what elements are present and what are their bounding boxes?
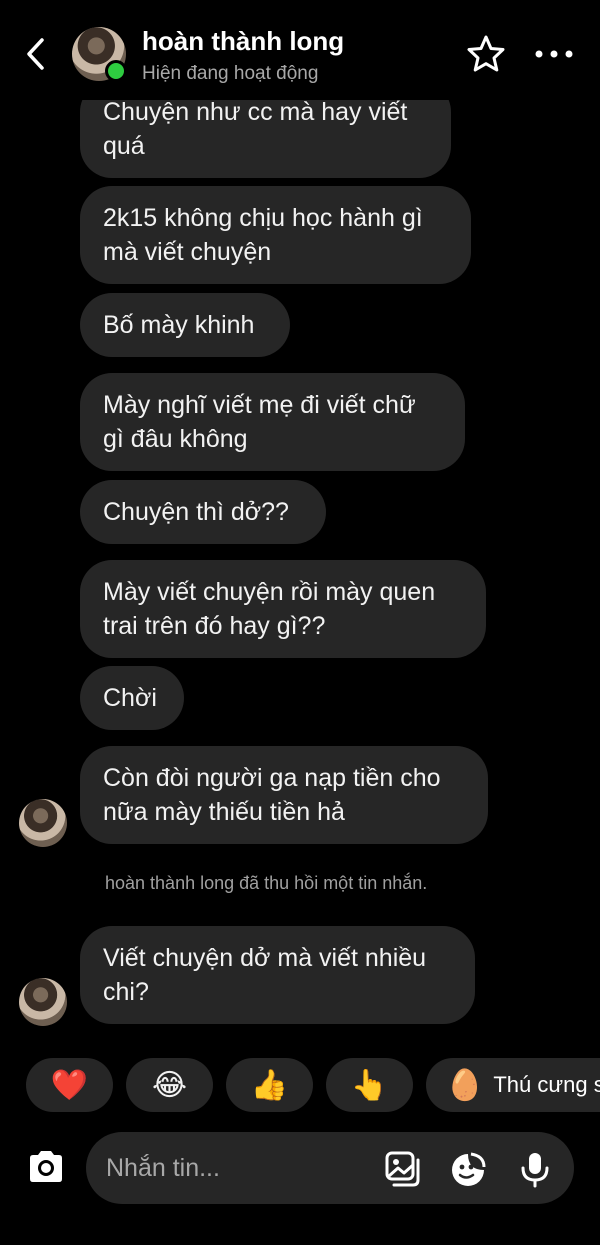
quick-reply-point-up[interactable]: 👆	[326, 1058, 413, 1112]
message-bubble[interactable]: Mày nghĩ viết mẹ đi viết chữ gì đâu khôn…	[80, 373, 465, 471]
message-line: chi?	[103, 978, 149, 1006]
gallery-icon	[385, 1151, 420, 1187]
message-line: Bố mày khinh	[103, 311, 255, 339]
message-line: 2k15 không chịu học hành gì	[103, 204, 423, 232]
egg-icon: 🥚	[446, 1068, 484, 1102]
sticker-button[interactable]	[450, 1150, 488, 1188]
chat-header: hoàn thành long Hiện đang hoạt động	[0, 0, 600, 100]
message-line: Viết chuyện dở mà viết nhiều	[103, 944, 427, 972]
message-input[interactable]	[106, 1148, 366, 1188]
message-bubble[interactable]: Chuyện thì dở??	[80, 480, 326, 544]
pet-label: Thú cưng s	[493, 1072, 600, 1097]
message-bubble[interactable]: Chời	[80, 666, 184, 730]
more-dots-icon	[535, 50, 573, 58]
thumbs-up-icon: 👍	[250, 1068, 289, 1102]
message-bubble[interactable]: 2k15 không chịu học hành gì mà viết chuy…	[80, 186, 471, 284]
message-line: quá	[103, 132, 145, 160]
contact-name[interactable]: hoàn thành long	[142, 26, 344, 57]
star-icon	[467, 35, 505, 72]
message-bubble[interactable]: Còn đòi người ga nạp tiền cho nữa mày th…	[80, 746, 488, 844]
microphone-icon	[521, 1153, 549, 1188]
quick-reply-pet[interactable]: 🥚 Thú cưng s	[426, 1058, 600, 1112]
message-bubble[interactable]: Bố mày khinh	[80, 293, 290, 357]
message-composer	[86, 1132, 574, 1204]
message-bubble[interactable]: Mày viết chuyện rồi mày quen trai trên đ…	[80, 560, 486, 658]
activity-status: Hiện đang hoạt động	[142, 63, 319, 84]
sticker-icon	[452, 1152, 486, 1186]
message-line: trai trên đó hay gì??	[103, 612, 326, 640]
quick-reply-laugh[interactable]: 😂	[126, 1058, 213, 1112]
message-line: mà viết chuyện	[103, 238, 272, 266]
sender-avatar[interactable]	[19, 799, 67, 847]
message-line: Mày nghĩ viết mẹ đi viết chữ	[103, 391, 416, 419]
chevron-left-icon	[27, 38, 44, 70]
laughing-icon: 😂	[151, 1068, 188, 1102]
message-line: Mày viết chuyện rồi mày quen	[103, 578, 436, 606]
message-line: Chuyện thì dở??	[103, 498, 289, 526]
online-status-dot	[105, 60, 127, 82]
message-bubble[interactable]: Viết chuyện dở mà viết nhiều chi?	[80, 926, 475, 1024]
camera-button[interactable]	[22, 1143, 70, 1191]
voice-button[interactable]	[516, 1150, 554, 1188]
message-line: Còn đòi người ga nạp tiền cho	[103, 764, 441, 792]
quick-reply-thumbs-up[interactable]: 👍	[226, 1058, 313, 1112]
message-line: Chuyện như cc mà hay viết	[103, 98, 408, 126]
sender-avatar[interactable]	[19, 978, 67, 1026]
pointing-up-icon: 👆	[350, 1068, 389, 1102]
message-line: gì đâu không	[103, 425, 248, 453]
quick-reply-heart[interactable]: ❤️	[26, 1058, 113, 1112]
favorite-button[interactable]	[466, 34, 506, 74]
system-message: hoàn thành long đã thu hồi một tin nhắn.	[105, 873, 428, 893]
gallery-button[interactable]	[384, 1150, 422, 1188]
message-line: Chời	[103, 684, 157, 712]
message-line: nữa mày thiếu tiền hả	[103, 798, 345, 826]
camera-icon	[30, 1151, 62, 1182]
more-options-button[interactable]	[532, 34, 576, 74]
heart-icon: ❤️	[50, 1068, 89, 1102]
back-button[interactable]	[20, 34, 52, 74]
